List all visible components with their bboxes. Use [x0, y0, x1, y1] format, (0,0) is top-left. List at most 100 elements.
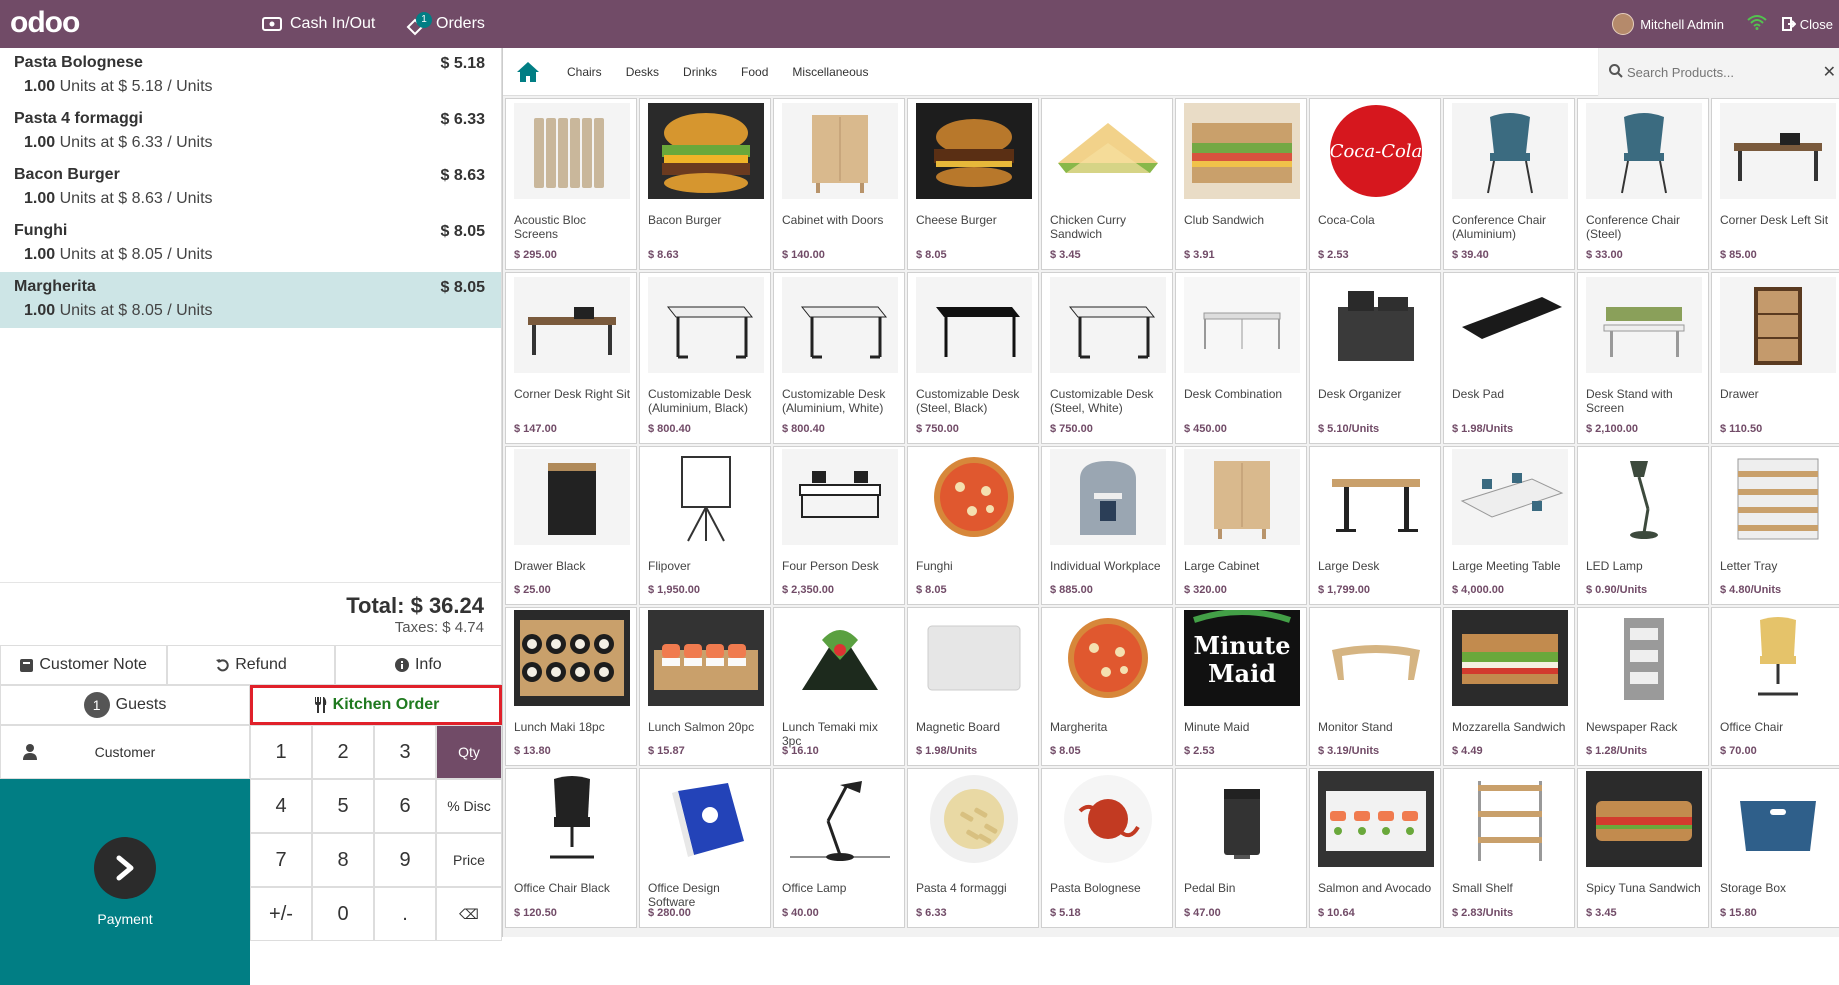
product-image	[1586, 771, 1702, 867]
numpad-key-2[interactable]: 2	[312, 725, 374, 779]
product-card[interactable]: Monitor Stand $ 3.19/Units	[1309, 607, 1441, 766]
decimal-button[interactable]: .	[374, 887, 436, 941]
clear-search-icon[interactable]: ✕	[1823, 62, 1836, 82]
product-card[interactable]: Office Chair $ 70.00	[1711, 607, 1839, 766]
numpad-key-4[interactable]: 4	[250, 779, 312, 833]
numpad-key-5[interactable]: 5	[312, 779, 374, 833]
odoo-logo[interactable]: odoo	[10, 6, 80, 40]
product-price: $ 39.40	[1452, 249, 1489, 261]
info-button[interactable]: Info	[334, 645, 502, 685]
product-card[interactable]: Pedal Bin $ 47.00	[1175, 768, 1307, 928]
price-mode-button[interactable]: Price	[436, 833, 502, 887]
numpad-key-9[interactable]: 9	[374, 833, 436, 887]
product-card[interactable]: LED Lamp $ 0.90/Units	[1577, 446, 1709, 605]
product-card[interactable]: Lunch Temaki mix 3pc $ 16.10	[773, 607, 905, 766]
product-card[interactable]: Coca-Cola Coca-Cola $ 2.53	[1309, 98, 1441, 270]
category-chairs[interactable]: Chairs	[567, 65, 602, 79]
numpad-key-0[interactable]: 0	[312, 887, 374, 941]
product-card[interactable]: Pasta 4 formaggi $ 6.33	[907, 768, 1039, 928]
product-card[interactable]: Large Cabinet $ 320.00	[1175, 446, 1307, 605]
category-drinks[interactable]: Drinks	[683, 65, 717, 79]
product-card[interactable]: Lunch Salmon 20pc $ 15.87	[639, 607, 771, 766]
category-food[interactable]: Food	[741, 65, 768, 79]
svg-text:Maid: Maid	[1208, 659, 1276, 688]
product-card[interactable]: Minute Maid Minute Maid $ 2.53	[1175, 607, 1307, 766]
product-price: $ 1,950.00	[648, 584, 700, 596]
product-card[interactable]: Desk Pad $ 1.98/Units	[1443, 272, 1575, 444]
product-price: $ 4.80/Units	[1720, 584, 1782, 596]
product-card[interactable]: Corner Desk Left Sit $ 85.00	[1711, 98, 1839, 270]
product-card[interactable]: Funghi $ 8.05	[907, 446, 1039, 605]
product-card[interactable]: Chicken Curry Sandwich $ 3.45	[1041, 98, 1173, 270]
qty-mode-button[interactable]: Qty	[436, 725, 502, 779]
product-card[interactable]: Salmon and Avocado $ 10.64	[1309, 768, 1441, 928]
numpad-key-3[interactable]: 3	[374, 725, 436, 779]
product-card[interactable]: Storage Box $ 15.80	[1711, 768, 1839, 928]
product-card[interactable]: Mozzarella Sandwich $ 4.49	[1443, 607, 1575, 766]
product-card[interactable]: Spicy Tuna Sandwich $ 3.45	[1577, 768, 1709, 928]
product-card[interactable]: Desk Combination $ 450.00	[1175, 272, 1307, 444]
refund-button[interactable]: Refund	[167, 645, 335, 685]
product-card[interactable]: Drawer $ 110.50	[1711, 272, 1839, 444]
product-card[interactable]: Newspaper Rack $ 1.28/Units	[1577, 607, 1709, 766]
product-card[interactable]: Conference Chair (Aluminium) $ 39.40	[1443, 98, 1575, 270]
product-card[interactable]: Small Shelf $ 2.83/Units	[1443, 768, 1575, 928]
user-menu[interactable]: Mitchell Admin	[1612, 0, 1724, 48]
orderline[interactable]: Pasta 4 formaggi $ 6.33 1.00 Units at $ 6.…	[0, 104, 501, 160]
payment-button[interactable]: Payment	[0, 779, 250, 985]
orderline[interactable]: Margherita $ 8.05 1.00 Units at $ 8.05 / U…	[0, 272, 501, 328]
product-card[interactable]: Letter Tray $ 4.80/Units	[1711, 446, 1839, 605]
product-card[interactable]: Conference Chair (Steel) $ 33.00	[1577, 98, 1709, 270]
numpad-key-8[interactable]: 8	[312, 833, 374, 887]
product-card[interactable]: Office Chair Black $ 120.50	[505, 768, 637, 928]
customer-note-button[interactable]: Customer Note	[0, 645, 168, 685]
cash-in-out-button[interactable]: Cash In/Out	[262, 0, 375, 48]
search-input[interactable]	[1627, 64, 1807, 80]
home-icon[interactable]	[517, 62, 539, 82]
product-card[interactable]: Desk Stand with Screen $ 2,100.00	[1577, 272, 1709, 444]
product-card[interactable]: Lunch Maki 18pc $ 13.80	[505, 607, 637, 766]
product-card[interactable]: Customizable Desk (Steel, Black) $ 750.00	[907, 272, 1039, 444]
kitchen-order-button[interactable]: Kitchen Order	[250, 685, 502, 725]
product-card[interactable]: Office Design Software $ 280.00	[639, 768, 771, 928]
product-name: Pasta 4 formaggi	[916, 881, 1007, 895]
backspace-button[interactable]: ⌫	[436, 887, 502, 941]
category-miscellaneous[interactable]: Miscellaneous	[792, 65, 868, 79]
customer-button[interactable]: Customer	[0, 725, 250, 779]
product-card[interactable]: Corner Desk Right Sit $ 147.00	[505, 272, 637, 444]
product-card[interactable]: Margherita $ 8.05	[1041, 607, 1173, 766]
orderline[interactable]: Funghi $ 8.05 1.00 Units at $ 8.05 / Units	[0, 216, 501, 272]
product-card[interactable]: Flipover $ 1,950.00	[639, 446, 771, 605]
product-name: Magnetic Board	[916, 720, 1001, 734]
product-card[interactable]: Drawer Black $ 25.00	[505, 446, 637, 605]
product-card[interactable]: Acoustic Bloc Screens $ 295.00	[505, 98, 637, 270]
product-card[interactable]: Bacon Burger $ 8.63	[639, 98, 771, 270]
product-price: $ 2,100.00	[1586, 423, 1638, 435]
numpad-key-7[interactable]: 7	[250, 833, 312, 887]
product-card[interactable]: Customizable Desk (Steel, White) $ 750.00	[1041, 272, 1173, 444]
orders-button[interactable]: 1 Orders	[406, 0, 485, 48]
product-image	[1720, 101, 1836, 201]
close-button[interactable]: Close	[1781, 0, 1833, 48]
discount-mode-button[interactable]: % Disc	[436, 779, 502, 833]
product-card[interactable]: Cheese Burger $ 8.05	[907, 98, 1039, 270]
product-card[interactable]: Large Meeting Table $ 4,000.00	[1443, 446, 1575, 605]
product-card[interactable]: Customizable Desk (Aluminium, Black) $ 80…	[639, 272, 771, 444]
orderline[interactable]: Bacon Burger $ 8.63 1.00 Units at $ 8.63 /…	[0, 160, 501, 216]
product-card[interactable]: Large Desk $ 1,799.00	[1309, 446, 1441, 605]
product-card[interactable]: Office Lamp $ 40.00	[773, 768, 905, 928]
plus-minus-button[interactable]: +/-	[250, 887, 312, 941]
product-card[interactable]: Club Sandwich $ 3.91	[1175, 98, 1307, 270]
product-card[interactable]: Pasta Bolognese $ 5.18	[1041, 768, 1173, 928]
product-card[interactable]: Magnetic Board $ 1.98/Units	[907, 607, 1039, 766]
product-card[interactable]: Four Person Desk $ 2,350.00	[773, 446, 905, 605]
numpad-key-6[interactable]: 6	[374, 779, 436, 833]
category-desks[interactable]: Desks	[626, 65, 659, 79]
numpad-key-1[interactable]: 1	[250, 725, 312, 779]
product-card[interactable]: Customizable Desk (Aluminium, White) $ 80…	[773, 272, 905, 444]
guests-button[interactable]: 1 Guests	[0, 685, 250, 725]
product-card[interactable]: Cabinet with Doors $ 140.00	[773, 98, 905, 270]
product-card[interactable]: Individual Workplace $ 885.00	[1041, 446, 1173, 605]
product-card[interactable]: Desk Organizer $ 5.10/Units	[1309, 272, 1441, 444]
orderline[interactable]: Pasta Bolognese $ 5.18 1.00 Units at $ 5.1…	[0, 48, 501, 104]
